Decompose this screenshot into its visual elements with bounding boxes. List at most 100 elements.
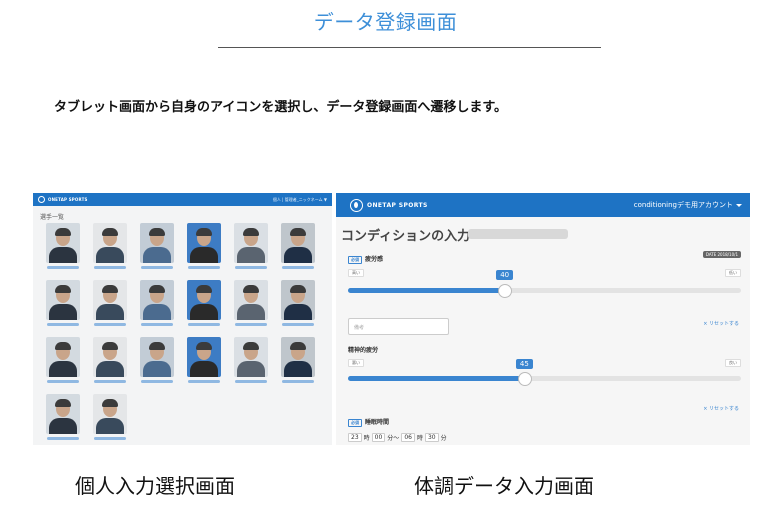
athlete-photo xyxy=(139,337,174,377)
sleep-label: 必須 睡眠時間 xyxy=(348,417,389,427)
athlete-card[interactable] xyxy=(133,337,180,388)
mental-slider-thumb[interactable] xyxy=(517,372,532,386)
athlete-photo xyxy=(45,394,80,434)
athlete-photo xyxy=(186,337,221,377)
athlete-card[interactable] xyxy=(274,337,321,388)
athlete-grid xyxy=(39,223,329,445)
athlete-photo xyxy=(139,223,174,263)
sleep-label-text: 睡眠時間 xyxy=(365,419,390,426)
athlete-card[interactable] xyxy=(180,223,227,274)
athlete-card[interactable] xyxy=(86,394,133,445)
left-logo-text: ONETAP SPORTS xyxy=(48,197,88,202)
title-divider xyxy=(218,47,601,48)
account-menu[interactable]: conditioningデモ用アカウント xyxy=(634,200,742,210)
athlete-card[interactable] xyxy=(86,223,133,274)
athlete-photo xyxy=(92,394,127,434)
mental-value-bubble: 45 xyxy=(515,359,533,369)
athlete-name xyxy=(234,266,267,269)
range-separator: 分〜 xyxy=(387,435,400,442)
athlete-card[interactable] xyxy=(39,280,86,331)
athlete-card[interactable] xyxy=(39,223,86,274)
fatigue-slider-track[interactable] xyxy=(348,288,741,293)
athlete-card[interactable] xyxy=(39,394,86,445)
hour-unit: 時 xyxy=(363,435,370,442)
athlete-photo xyxy=(139,280,174,320)
logo-icon xyxy=(38,196,45,203)
athlete-card[interactable] xyxy=(227,337,274,388)
page-title: データ登録画面 xyxy=(313,10,458,34)
athlete-photo xyxy=(280,223,315,263)
left-logo: ONETAP SPORTS xyxy=(38,196,88,203)
sleep-end-min-select[interactable]: 30 xyxy=(424,433,439,442)
left-app-header: ONETAP SPORTS 個人 | 管理者_ニックネーム ▼ xyxy=(33,193,332,206)
athlete-photo xyxy=(45,280,80,320)
athlete-card[interactable] xyxy=(274,223,321,274)
athlete-photo xyxy=(233,280,268,320)
fatigue-slider-fill xyxy=(348,288,506,293)
athlete-select-screenshot: ONETAP SPORTS 個人 | 管理者_ニックネーム ▼ 選手一覧 xyxy=(33,193,332,445)
minute-unit: 分 xyxy=(440,435,447,442)
athlete-name xyxy=(140,380,173,383)
mental-fatigue-label: 精神的疲労 xyxy=(348,347,379,354)
right-logo: ONETAP SPORTS xyxy=(350,198,428,212)
athlete-name xyxy=(93,266,126,269)
athlete-name xyxy=(281,266,314,269)
required-badge: 必須 xyxy=(348,255,362,264)
athlete-name xyxy=(187,266,220,269)
athlete-name xyxy=(187,380,220,383)
athlete-card[interactable] xyxy=(227,280,274,331)
sleep-start-hour-select[interactable]: 23 xyxy=(348,433,362,442)
fatigue-low-label: 高い xyxy=(348,269,364,277)
athlete-card[interactable] xyxy=(274,280,321,331)
mental-low-label: 悪い xyxy=(348,359,364,367)
memo-input[interactable]: 備考 xyxy=(348,318,449,335)
athlete-name xyxy=(281,323,314,326)
athlete-name xyxy=(140,266,173,269)
sleep-time-row: 23 時 00 分〜 06 時 30 分 xyxy=(348,433,447,442)
description-text: タブレット画面から自身のアイコンを選択し、データ登録画面へ遷移します。 xyxy=(54,100,508,115)
condition-heading: コンディションの入力 xyxy=(341,229,471,244)
hour-unit: 時 xyxy=(416,435,423,442)
athlete-card[interactable] xyxy=(227,223,274,274)
athlete-photo xyxy=(280,337,315,377)
reset-link[interactable]: × リセットする xyxy=(703,320,739,327)
mental-high-label: 良い xyxy=(725,359,741,367)
athlete-name xyxy=(46,380,79,383)
reset-link[interactable]: × リセットする xyxy=(703,405,739,412)
left-caption: 個人入力選択画面 xyxy=(75,474,235,498)
athlete-card[interactable] xyxy=(133,280,180,331)
athlete-card[interactable] xyxy=(133,223,180,274)
athlete-photo xyxy=(92,337,127,377)
fatigue-label-text: 疲労感 xyxy=(365,256,384,263)
mental-slider-track[interactable] xyxy=(348,376,741,381)
athlete-card[interactable] xyxy=(86,337,133,388)
chevron-down-icon xyxy=(736,203,742,207)
athlete-photo xyxy=(186,223,221,263)
fatigue-value-bubble: 40 xyxy=(496,270,514,280)
athlete-name xyxy=(46,437,79,440)
athlete-photo xyxy=(92,280,127,320)
condition-input-screenshot: ONETAP SPORTS conditioningデモ用アカウント コンディシ… xyxy=(336,193,750,445)
blurred-user-name xyxy=(468,229,568,239)
athlete-photo xyxy=(233,337,268,377)
sleep-end-hour-select[interactable]: 06 xyxy=(401,433,415,442)
athlete-photo xyxy=(45,223,80,263)
logo-icon xyxy=(350,198,363,212)
athlete-card[interactable] xyxy=(86,280,133,331)
athlete-name xyxy=(234,380,267,383)
left-account-menu[interactable]: 個人 | 管理者_ニックネーム ▼ xyxy=(273,197,327,203)
athlete-name xyxy=(46,266,79,269)
athlete-name xyxy=(46,323,79,326)
fatigue-high-label: 低い xyxy=(725,269,741,277)
athlete-card[interactable] xyxy=(180,337,227,388)
sleep-start-min-select[interactable]: 00 xyxy=(371,433,386,442)
fatigue-label: 必須 疲労感 xyxy=(348,254,383,264)
athlete-name xyxy=(281,380,314,383)
right-app-header: ONETAP SPORTS conditioningデモ用アカウント xyxy=(336,193,750,217)
right-logo-text: ONETAP SPORTS xyxy=(367,201,428,209)
athlete-card[interactable] xyxy=(180,280,227,331)
fatigue-slider-thumb[interactable] xyxy=(498,284,513,298)
mental-slider-fill xyxy=(348,376,525,381)
athlete-card[interactable] xyxy=(39,337,86,388)
athlete-name xyxy=(187,323,220,326)
